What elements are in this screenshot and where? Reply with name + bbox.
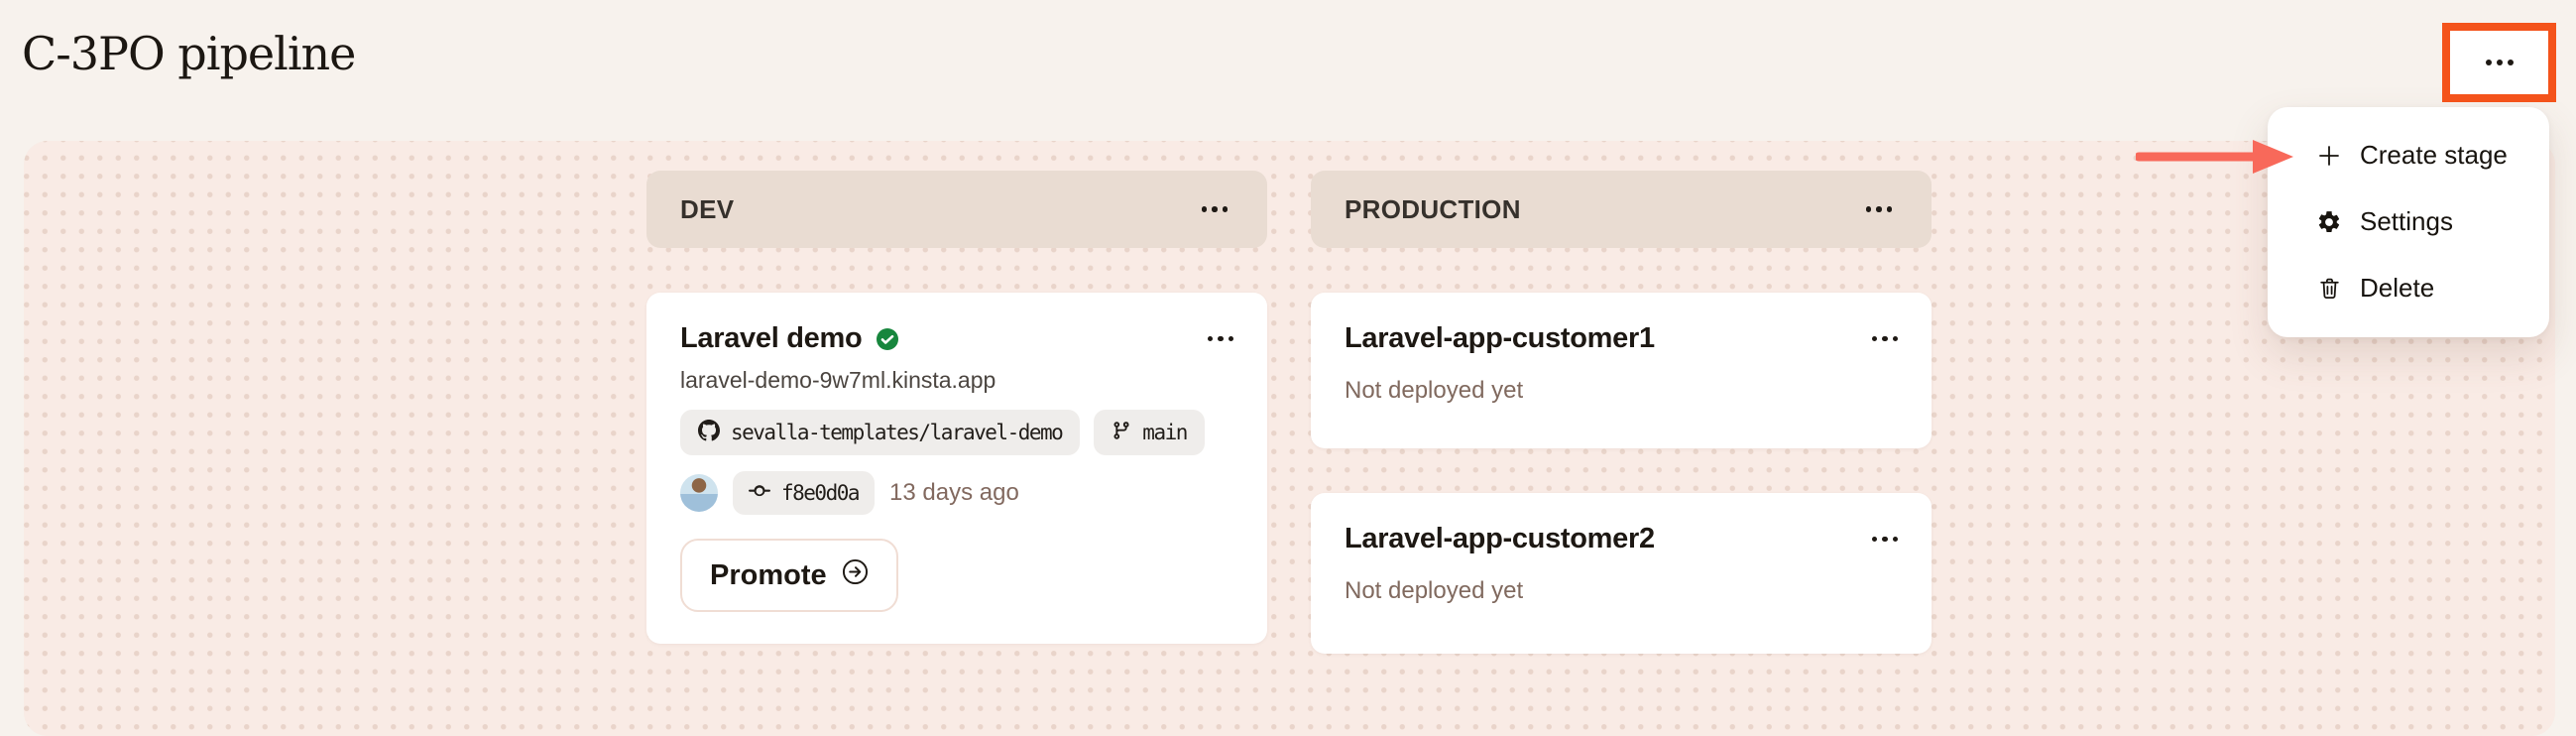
annotation-highlight-box <box>2442 23 2556 102</box>
app-card-title-row: Laravel-app-customer2 <box>1345 523 1898 555</box>
pipeline-page: C-3PO pipeline DEV Laravel demo laravel-… <box>0 0 2576 676</box>
commit-badge[interactable]: f8e0d0a <box>733 471 875 515</box>
app-card-customer2[interactable]: Laravel-app-customer2 Not deployed yet <box>1311 493 1932 654</box>
app-name: Laravel-app-customer2 <box>1345 523 1655 555</box>
trash-icon <box>2315 276 2343 301</box>
app-name: Laravel demo <box>680 322 862 355</box>
commit-hash: f8e0d0a <box>781 481 859 505</box>
ellipsis-icon <box>1872 537 1899 543</box>
app-menu-button[interactable] <box>1202 330 1240 348</box>
plus-icon <box>2315 143 2343 169</box>
app-domain: laravel-demo-9w7ml.kinsta.app <box>680 367 1233 394</box>
stage-dev-menu-button[interactable] <box>1196 200 1234 218</box>
gear-icon <box>2315 209 2343 235</box>
github-icon <box>698 420 720 446</box>
deploy-status: Not deployed yet <box>1345 577 1898 605</box>
stage-production-menu-button[interactable] <box>1860 200 1899 218</box>
app-card-customer1[interactable]: Laravel-app-customer1 Not deployed yet <box>1311 293 1932 448</box>
app-meta-row: f8e0d0a 13 days ago <box>680 471 1233 515</box>
repo-badge[interactable]: sevalla-templates/laravel-demo <box>680 410 1080 455</box>
app-card-laravel-demo[interactable]: Laravel demo laravel-demo-9w7ml.kinsta.a… <box>646 293 1267 644</box>
branch-badge[interactable]: main <box>1094 410 1205 455</box>
menu-item-create-stage[interactable]: Create stage <box>2268 122 2549 188</box>
git-commit-icon <box>749 480 770 507</box>
pipeline-canvas: DEV Laravel demo laravel-demo-9w7ml.kins… <box>24 141 2555 736</box>
ellipsis-icon <box>1866 206 1893 212</box>
ellipsis-icon <box>2486 60 2514 65</box>
pipeline-menu-button[interactable] <box>2480 54 2519 71</box>
ellipsis-icon <box>1202 206 1229 212</box>
check-circle-icon <box>876 327 899 351</box>
repo-name: sevalla-templates/laravel-demo <box>731 421 1062 444</box>
menu-item-label: Delete <box>2360 273 2434 304</box>
stage-header-production: PRODUCTION <box>1311 171 1932 248</box>
app-card-title-row: Laravel-app-customer1 <box>1345 322 1898 355</box>
menu-item-label: Create stage <box>2360 140 2508 171</box>
ellipsis-icon <box>1208 336 1234 342</box>
menu-item-delete[interactable]: Delete <box>2268 255 2549 321</box>
git-branch-icon <box>1112 421 1131 445</box>
promote-button[interactable]: Promote <box>680 539 898 612</box>
deploy-status: Not deployed yet <box>1345 377 1898 405</box>
annotation-arrow <box>2136 137 2296 177</box>
menu-item-settings[interactable]: Settings <box>2268 188 2549 255</box>
promote-label: Promote <box>710 559 827 592</box>
app-menu-button[interactable] <box>1866 330 1905 348</box>
avatar <box>680 474 718 512</box>
app-badges-row: sevalla-templates/laravel-demo main <box>680 410 1233 455</box>
arrow-right-circle-icon <box>842 558 869 593</box>
deploy-time: 13 days ago <box>889 479 1019 507</box>
page-title: C-3PO pipeline <box>22 24 355 83</box>
app-name: Laravel-app-customer1 <box>1345 322 1655 355</box>
stage-header-dev: DEV <box>646 171 1267 248</box>
app-card-title-row: Laravel demo <box>680 322 1233 355</box>
ellipsis-icon <box>1872 336 1899 342</box>
branch-name: main <box>1142 421 1187 444</box>
stage-name: PRODUCTION <box>1345 194 1521 225</box>
pipeline-menu-dropdown: Create stage Settings Delete <box>2268 107 2549 337</box>
app-menu-button[interactable] <box>1866 531 1905 549</box>
menu-item-label: Settings <box>2360 206 2453 237</box>
stage-name: DEV <box>680 194 734 225</box>
